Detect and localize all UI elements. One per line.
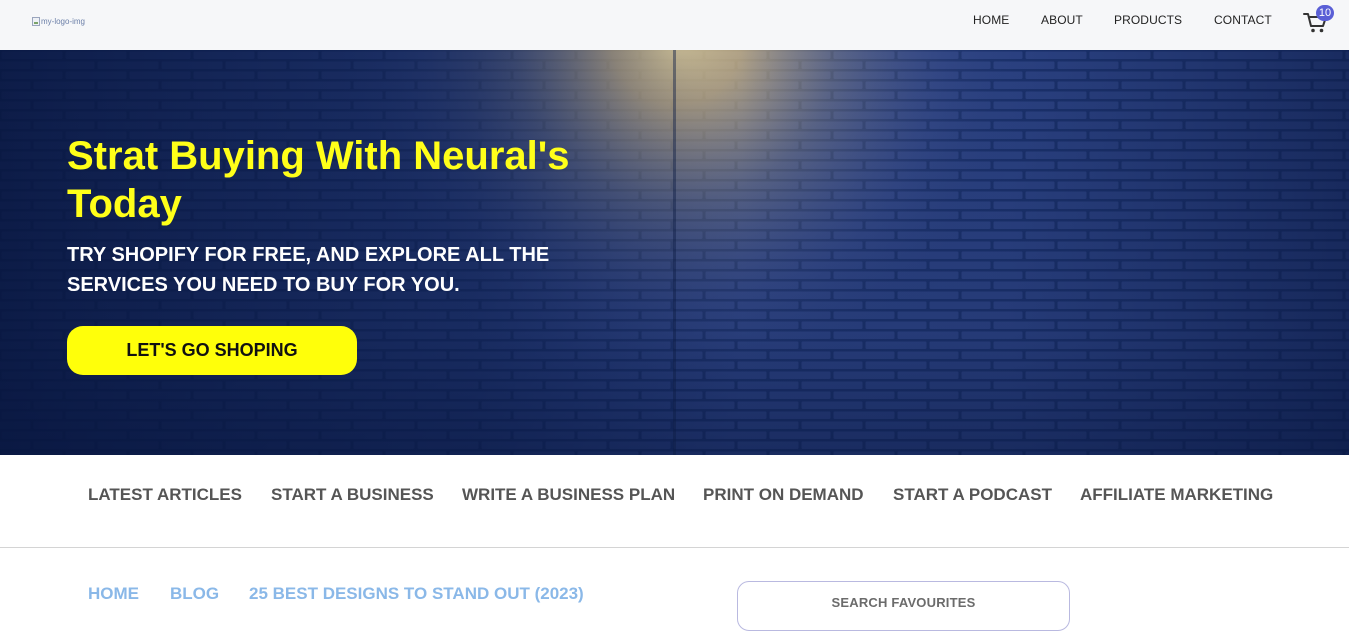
nav-contact[interactable]: CONTACT [1214, 13, 1272, 27]
category-start-a-business[interactable]: START A BUSINESS [271, 485, 434, 505]
search-input[interactable] [738, 582, 1069, 622]
category-print-on-demand[interactable]: PRINT ON DEMAND [703, 485, 864, 505]
hero-title: Strat Buying With Neural's Today [67, 134, 570, 226]
cart-count-badge: 10 [1316, 5, 1334, 21]
category-affiliate-marketing[interactable]: AFFILIATE MARKETING [1080, 485, 1273, 505]
breadcrumb-home[interactable]: HOME [88, 584, 139, 604]
category-nav: LATEST ARTICLES START A BUSINESS WRITE A… [0, 455, 1349, 548]
hero-banner: Strat Buying With Neural's Today TRY SHO… [0, 50, 1349, 455]
nav-home[interactable]: HOME [973, 13, 1009, 27]
hero-subtitle: TRY SHOPIFY FOR FREE, AND EXPLORE ALL TH… [67, 244, 550, 296]
main-nav: HOME ABOUT PRODUCTS CONTACT [0, 13, 1349, 29]
nav-products[interactable]: PRODUCTS [1114, 13, 1182, 27]
shop-now-button[interactable]: LET'S GO SHOPING [67, 326, 357, 375]
category-start-a-podcast[interactable]: START A PODCAST [893, 485, 1052, 505]
category-latest-articles[interactable]: LATEST ARTICLES [88, 485, 242, 505]
category-write-a-business-plan[interactable]: WRITE A BUSINESS PLAN [462, 485, 675, 505]
breadcrumb-current-article[interactable]: 25 BEST DESIGNS TO STAND OUT (2023) [249, 584, 584, 604]
nav-about[interactable]: ABOUT [1041, 13, 1083, 27]
breadcrumb-blog[interactable]: BLOG [170, 584, 219, 604]
search-box [737, 581, 1070, 631]
top-navbar: my-logo-img HOME ABOUT PRODUCTS CONTACT … [0, 0, 1349, 50]
